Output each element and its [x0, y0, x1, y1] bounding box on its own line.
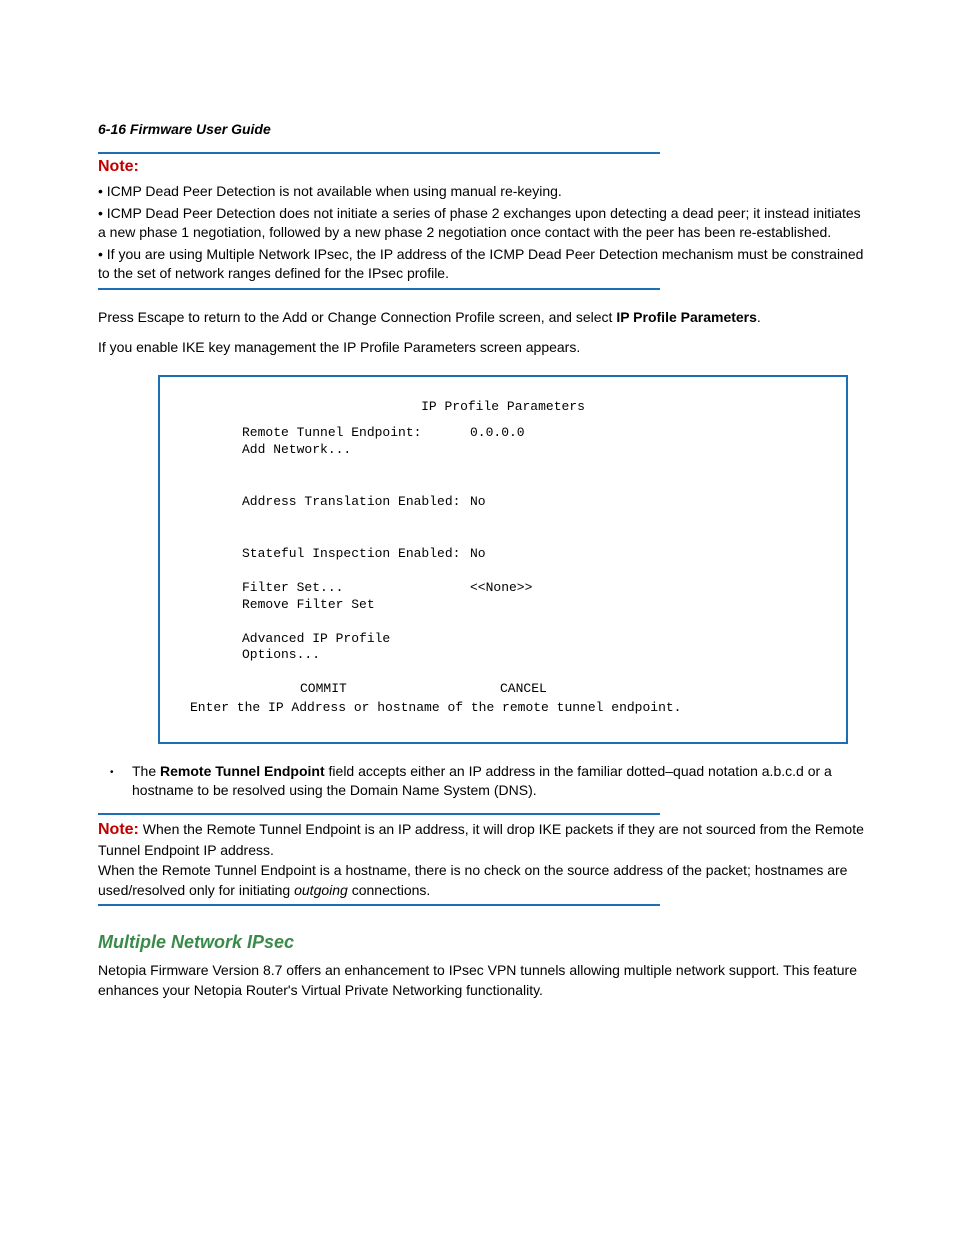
text-italic: outgoing	[294, 882, 348, 898]
text: connections.	[348, 882, 431, 898]
field-label: Add Network...	[180, 442, 470, 458]
divider	[98, 152, 660, 154]
note-bullet-1: • ICMP Dead Peer Detection is not availa…	[98, 182, 866, 202]
field-value: No	[470, 494, 826, 510]
page-header: 6-16 Firmware User Guide	[98, 120, 866, 140]
paragraph: Netopia Firmware Version 8.7 offers an e…	[98, 961, 866, 1000]
note-body: • ICMP Dead Peer Detection is not availa…	[98, 182, 866, 284]
page: 6-16 Firmware User Guide Note: • ICMP De…	[0, 0, 954, 1235]
field-label: Advanced IP Profile Options...	[180, 631, 470, 664]
terminal-screen: IP Profile Parameters Remote Tunnel Endp…	[158, 375, 848, 744]
text: When the Remote Tunnel Endpoint is a hos…	[98, 862, 847, 898]
note-label: Note:	[98, 156, 866, 178]
field-value: No	[470, 546, 826, 562]
paragraph: Press Escape to return to the Add or Cha…	[98, 308, 866, 328]
paragraph: If you enable IKE key management the IP …	[98, 338, 866, 358]
bullet-item: • The Remote Tunnel Endpoint field accep…	[98, 762, 866, 803]
field-value: <<None>>	[470, 580, 826, 596]
cancel-label: CANCEL	[500, 681, 547, 697]
field-value: 0.0.0.0	[470, 425, 826, 441]
bullet-dot-icon: •	[98, 762, 132, 803]
terminal-title: IP Profile Parameters	[180, 399, 826, 415]
field-label: Remove Filter Set	[180, 597, 470, 613]
note-bullet-3: • If you are using Multiple Network IPse…	[98, 245, 866, 284]
divider	[98, 288, 660, 290]
field-value	[470, 631, 826, 664]
terminal-row: Filter Set... <<None>>	[180, 580, 826, 596]
field-value	[470, 442, 826, 458]
terminal-row: Stateful Inspection Enabled: No	[180, 546, 826, 562]
note-block: Note: When the Remote Tunnel Endpoint is…	[98, 819, 866, 900]
text-bold: Remote Tunnel Endpoint	[160, 763, 325, 779]
terminal-row: Remote Tunnel Endpoint: 0.0.0.0	[180, 425, 826, 441]
terminal-footer: Enter the IP Address or hostname of the …	[180, 700, 826, 716]
section-heading: Multiple Network IPsec	[98, 930, 866, 955]
terminal-row: Advanced IP Profile Options...	[180, 631, 826, 664]
field-label: Address Translation Enabled:	[180, 494, 470, 510]
bullet-text: The Remote Tunnel Endpoint field accepts…	[132, 762, 866, 803]
text: .	[757, 309, 761, 325]
text: The	[132, 763, 160, 779]
text: When the Remote Tunnel Endpoint is a hos…	[98, 861, 866, 900]
note-bullet-2: • ICMP Dead Peer Detection does not init…	[98, 204, 866, 243]
divider	[98, 904, 660, 906]
text-bold: IP Profile Parameters	[616, 309, 757, 325]
terminal-row: Remove Filter Set	[180, 597, 826, 613]
terminal-row: Add Network...	[180, 442, 826, 458]
divider	[98, 813, 660, 815]
terminal-row: Address Translation Enabled: No	[180, 494, 826, 510]
body-text: Press Escape to return to the Add or Cha…	[98, 308, 866, 357]
field-label: Filter Set...	[180, 580, 470, 596]
terminal-actions: COMMIT CANCEL	[180, 681, 826, 697]
field-label: Stateful Inspection Enabled:	[180, 546, 470, 562]
text: Press Escape to return to the Add or Cha…	[98, 309, 616, 325]
field-value	[470, 597, 826, 613]
field-label: Remote Tunnel Endpoint:	[180, 425, 470, 441]
text: When the Remote Tunnel Endpoint is an IP…	[98, 821, 864, 858]
note-label: Note:	[98, 821, 139, 838]
commit-label: COMMIT	[300, 681, 500, 697]
